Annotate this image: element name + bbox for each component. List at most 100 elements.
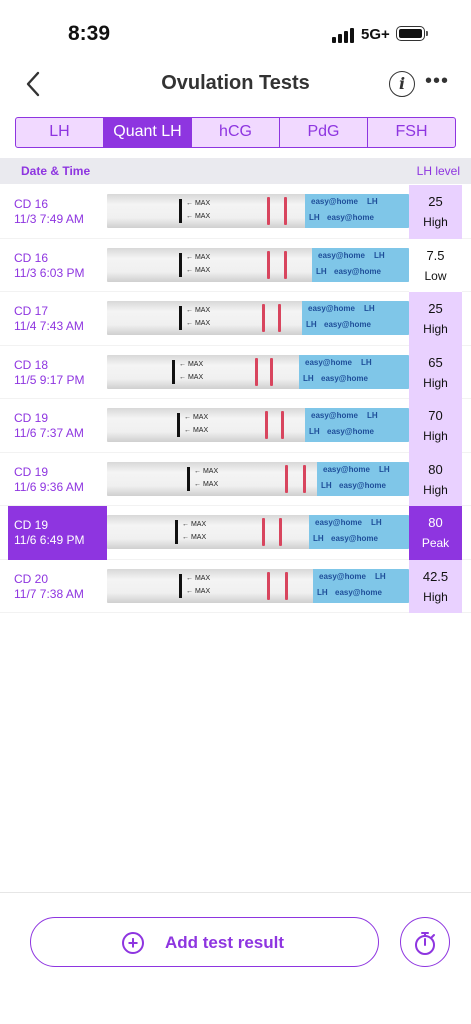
strip-code-text: LH	[309, 427, 320, 436]
strip-brand-text: easy@home	[308, 304, 355, 313]
add-test-result-button[interactable]: + Add test result	[30, 917, 379, 967]
strip-handle-mark	[172, 359, 175, 384]
lh-level-cell: 42.5 High	[409, 559, 462, 613]
lh-level-value: 80	[428, 461, 443, 477]
test-strip-photo[interactable]: ← MAX ← MAX easy@home LH LH easy@home	[107, 568, 409, 603]
test-strip-photo[interactable]: ← MAX ← MAX easy@home LH LH easy@home	[107, 408, 409, 442]
lh-level-cell: 80 High	[409, 452, 462, 506]
test-line	[284, 250, 287, 279]
strip-code-text: LH	[371, 518, 382, 527]
lh-level-category: High	[423, 215, 448, 229]
info-icon[interactable]: i	[389, 71, 415, 97]
more-icon[interactable]: •••	[424, 70, 450, 96]
strip-handle-mark	[187, 466, 190, 491]
test-result-row[interactable]: CD 17 11/4 7:43 AM ← MAX ← MAX easy@home LH LH…	[0, 292, 471, 346]
test-datetime: 11/4 7:43 AM	[14, 319, 84, 333]
strip-code-text: LH	[316, 266, 327, 276]
test-result-row[interactable]: CD 19 11/6 7:37 AM ← MAX ← MAX easy@home LH LH…	[0, 399, 471, 453]
add-test-result-label: Add test result	[165, 933, 285, 952]
strip-code-text: LH	[321, 480, 332, 490]
strip-brand-text: easy@home	[327, 213, 374, 222]
control-line	[285, 464, 288, 493]
strip-brand-text: easy@home	[324, 320, 371, 329]
tab-fsh[interactable]: FSH	[367, 118, 455, 147]
date-time-cell: CD 20 11/7 7:38 AM	[8, 560, 107, 614]
strip-handle-mark	[179, 306, 182, 330]
date-time-cell: CD 19 11/6 6:49 PM	[8, 506, 107, 560]
lh-level-value: 80	[428, 515, 443, 530]
test-datetime: 11/3 7:49 AM	[14, 212, 84, 226]
strip-max-label: ← MAX	[186, 587, 211, 595]
tab-hcg[interactable]: hCG	[191, 118, 279, 147]
lh-level-value: 42.5	[422, 568, 449, 584]
test-strip-photo[interactable]: ← MAX ← MAX easy@home LH LH easy@home	[107, 461, 409, 496]
test-line	[278, 304, 281, 332]
test-datetime: 11/6 7:37 AM	[14, 426, 84, 440]
lh-level-category: High	[423, 589, 448, 604]
table-header: Date & Time LH level	[0, 158, 471, 184]
timer-button[interactable]	[400, 917, 450, 967]
lh-level-header: LH level	[416, 164, 460, 178]
strip-max-label: ← MAX	[194, 467, 219, 475]
tab-pdg[interactable]: PdG	[279, 118, 367, 147]
test-strip-photo[interactable]: ← MAX ← MAX easy@home LH LH easy@home	[107, 354, 409, 389]
control-line	[265, 411, 268, 439]
tab-lh[interactable]: LH	[16, 118, 103, 147]
strip-handle-mark	[175, 520, 178, 544]
strip-max-label: ← MAX	[179, 360, 204, 368]
test-strip-photo[interactable]: ← MAX ← MAX easy@home LH LH easy@home	[107, 301, 409, 335]
test-line	[284, 197, 287, 225]
control-line	[255, 357, 258, 386]
cycle-day: CD 19	[14, 411, 49, 425]
test-result-row[interactable]: CD 19 11/6 6:49 PM ← MAX ← MAX easy@home LH LH…	[0, 506, 471, 560]
strip-brand-text: easy@home	[331, 534, 378, 543]
strip-max-label: ← MAX	[179, 373, 204, 381]
strip-max-label: ← MAX	[186, 200, 211, 207]
strip-brand-text: easy@home	[305, 357, 352, 367]
test-result-row[interactable]: CD 20 11/7 7:38 AM ← MAX ← MAX easy@home LH LH…	[0, 559, 471, 614]
strip-brand-text: easy@home	[315, 518, 362, 527]
status-time: 8:39	[68, 22, 111, 45]
control-line	[262, 304, 265, 332]
strip-code-text: LH	[309, 213, 320, 222]
strip-brand-text: easy@home	[327, 427, 374, 436]
date-time-cell: CD 19 11/6 9:36 AM	[8, 453, 107, 507]
date-time-cell: CD 16 11/3 6:03 PM	[8, 239, 107, 293]
strip-max-label: ← MAX	[182, 521, 207, 528]
cycle-day: CD 16	[14, 197, 49, 211]
strip-brand-area: easy@home LH LH easy@home	[302, 301, 409, 335]
test-line	[285, 571, 288, 600]
test-datetime: 11/7 7:38 AM	[14, 586, 84, 601]
strip-max-label: ← MAX	[186, 213, 211, 220]
test-line	[270, 357, 273, 386]
strip-code-text: LH	[361, 357, 372, 367]
lh-level-value: 65	[428, 354, 443, 370]
lh-level-value: 7.5	[426, 247, 445, 263]
strip-code-text: LH	[367, 411, 378, 420]
tab-quant-lh[interactable]: Quant LH	[103, 118, 191, 147]
strip-code-text: LH	[317, 587, 328, 597]
strip-brand-text: easy@home	[311, 411, 358, 420]
network-type: 5G+	[361, 26, 390, 43]
lh-level-category: High	[423, 429, 448, 443]
test-result-row[interactable]: CD 18 11/5 9:17 PM ← MAX ← MAX easy@home LH LH…	[0, 345, 471, 399]
test-strip-photo[interactable]: ← MAX ← MAX easy@home LH LH easy@home	[107, 247, 409, 282]
test-result-row[interactable]: CD 19 11/6 9:36 AM ← MAX ← MAX easy@home LH LH…	[0, 452, 471, 507]
strip-max-label: ← MAX	[186, 307, 211, 314]
lh-level-cell: 80 Peak	[409, 506, 462, 560]
test-strip-photo[interactable]: ← MAX ← MAX easy@home LH LH easy@home	[107, 194, 409, 228]
strip-handle-mark	[179, 252, 182, 277]
test-results-list: CD 16 11/3 7:49 AM ← MAX ← MAX easy@home LH LH…	[0, 185, 471, 613]
test-datetime: 11/6 6:49 PM	[14, 533, 85, 547]
control-line	[262, 518, 265, 546]
test-result-row[interactable]: CD 16 11/3 7:49 AM ← MAX ← MAX easy@home LH LH…	[0, 185, 471, 239]
test-result-row[interactable]: CD 16 11/3 6:03 PM ← MAX ← MAX easy@home LH LH…	[0, 238, 471, 293]
lh-level-category: High	[423, 482, 448, 497]
strip-brand-area: easy@home LH LH easy@home	[299, 354, 409, 389]
status-bar: 8:39 5G+	[0, 0, 471, 60]
strip-code-text: LH	[303, 373, 314, 383]
strip-brand-text: easy@home	[319, 571, 366, 581]
test-strip-photo[interactable]: ← MAX ← MAX easy@home LH LH easy@home	[107, 515, 409, 549]
lh-level-value: 70	[428, 408, 443, 423]
strip-brand-area: easy@home LH LH easy@home	[305, 408, 409, 442]
